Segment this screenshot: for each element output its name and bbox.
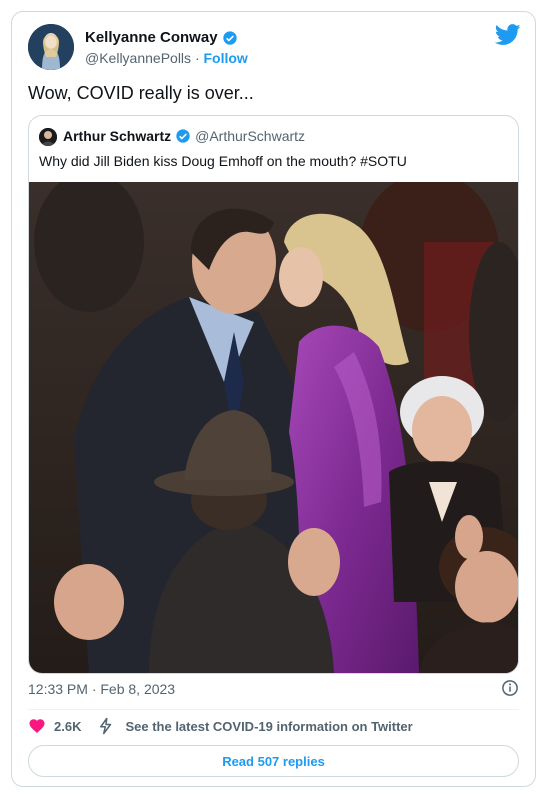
heart-icon[interactable] — [28, 717, 46, 735]
quoted-name-row: Arthur Schwartz @ArthurSchwartz — [63, 128, 305, 144]
tweet-actions: 2.6K See the latest COVID-19 information… — [28, 717, 413, 735]
quoted-author-handle[interactable]: @ArthurSchwartz — [195, 128, 305, 144]
verified-badge-icon — [176, 129, 190, 143]
lightning-bolt-icon — [100, 717, 112, 735]
quoted-author-name[interactable]: Arthur Schwartz — [63, 128, 171, 144]
likes-count[interactable]: 2.6K — [54, 719, 81, 734]
author-name-row: Kellyanne Conway — [85, 29, 238, 46]
author-handle-row: @KellyannePolls · Follow — [85, 50, 248, 66]
quoted-tweet[interactable]: Arthur Schwartz @ArthurSchwartz Why did … — [28, 115, 519, 674]
info-icon[interactable] — [501, 679, 519, 697]
author-avatar[interactable] — [28, 24, 74, 70]
read-replies-button[interactable]: Read 507 replies — [28, 745, 519, 777]
quoted-tweet-text: Why did Jill Biden kiss Doug Emhoff on t… — [39, 153, 407, 169]
follow-button[interactable]: Follow — [204, 50, 248, 66]
quoted-author-avatar[interactable] — [39, 128, 57, 146]
tweet-card: Kellyanne Conway @KellyannePolls · Follo… — [11, 11, 536, 787]
tweet-text: Wow, COVID really is over... — [28, 83, 254, 103]
tweet-timestamp[interactable]: 12:33 PM · Feb 8, 2023 — [28, 681, 175, 697]
verified-badge-icon — [222, 30, 237, 45]
author-name[interactable]: Kellyanne Conway — [85, 29, 218, 46]
handle-separator: · — [194, 50, 200, 66]
twitter-bird-icon[interactable] — [495, 24, 521, 46]
divider — [28, 709, 519, 710]
covid-info-link[interactable]: See the latest COVID-19 information on T… — [125, 719, 412, 734]
quoted-tweet-photo[interactable] — [29, 182, 518, 673]
author-handle[interactable]: @KellyannePolls — [85, 50, 191, 66]
